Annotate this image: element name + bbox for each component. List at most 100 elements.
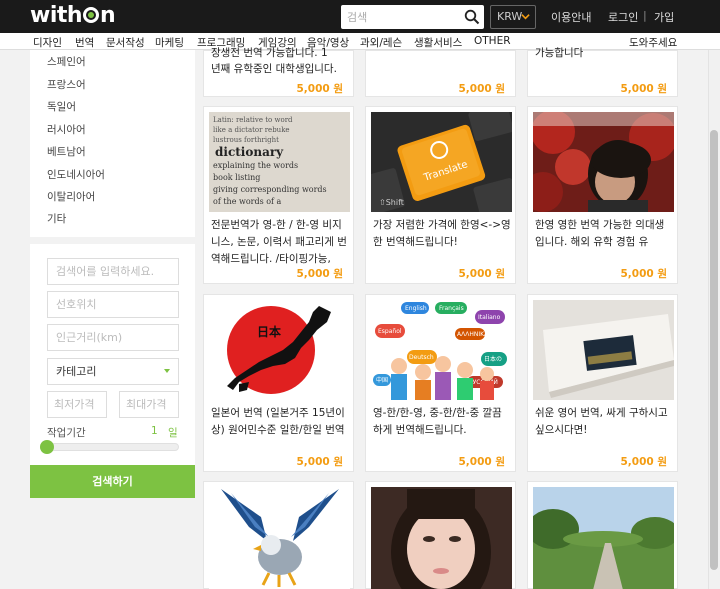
chevron-down-icon bbox=[521, 14, 530, 20]
period-slider-track[interactable] bbox=[47, 443, 179, 451]
filter-panel: 카테고리 작업기간 1 일 bbox=[30, 244, 195, 497]
category-life-services[interactable]: 생활서비스 bbox=[414, 35, 462, 50]
card-title-line2: 년째 유학중인 대학생입니다. bbox=[211, 63, 337, 75]
language-item[interactable]: 프랑스어 bbox=[47, 77, 86, 92]
search-button[interactable]: 검색하기 bbox=[30, 465, 195, 498]
svg-text:中国: 中国 bbox=[376, 376, 388, 384]
service-card[interactable]: 5,000 원 bbox=[365, 50, 516, 97]
translate-key-image: Translate ⇧Shift bbox=[371, 112, 512, 212]
withmon-logo[interactable]: with n bbox=[30, 2, 116, 30]
top-bar: withn KRW 이용안내 로그인 | 가입 bbox=[0, 0, 720, 33]
language-item[interactable]: 베트남어 bbox=[47, 144, 86, 159]
card-price: 5,000 원 bbox=[620, 456, 667, 468]
card-price: 5,000 원 bbox=[620, 268, 667, 280]
card-title: 영-한/한-영, 중-한/한-중 깔끔하게 번역해드립니다. bbox=[373, 407, 502, 436]
distance-input[interactable] bbox=[47, 324, 179, 351]
card-price: 5,000 원 bbox=[296, 83, 343, 95]
search-box bbox=[341, 5, 484, 29]
language-item[interactable]: 이탈리아어 bbox=[47, 189, 95, 204]
currency-select[interactable]: KRW bbox=[490, 5, 536, 29]
category-marketing[interactable]: 마케팅 bbox=[155, 35, 184, 50]
japan-map-image: 日本 bbox=[209, 300, 350, 400]
service-card[interactable] bbox=[365, 481, 516, 589]
svg-text:lustrous forthright: lustrous forthright bbox=[213, 136, 279, 144]
svg-text:⇧Shift: ⇧Shift bbox=[379, 198, 404, 207]
japan-kanji: 日本 bbox=[257, 324, 281, 339]
category-nav: 디자인 번역 문서작성 마케팅 프로그래밍 게임강의 음악/영상 과외/레슨 생… bbox=[0, 33, 720, 50]
girl-image bbox=[371, 487, 512, 589]
max-price-input[interactable] bbox=[119, 391, 179, 418]
card-title: 쉬운 영어 번역, 싸게 구하시고 싶으시다면! bbox=[535, 407, 668, 436]
portrait-image bbox=[533, 112, 674, 212]
login-link[interactable]: 로그인 bbox=[608, 9, 638, 25]
card-price: 5,000 원 bbox=[458, 456, 505, 468]
service-card[interactable] bbox=[203, 481, 354, 589]
park-image bbox=[533, 487, 674, 589]
card-title: 가장 저렴한 가격에 한영<->영한 번역해드립니다! bbox=[373, 219, 511, 248]
language-item[interactable]: 러시아어 bbox=[47, 122, 86, 137]
period-label: 작업기간 bbox=[47, 427, 86, 439]
category-documents[interactable]: 문서작성 bbox=[106, 35, 145, 50]
service-card[interactable]: 쉬운 영어 번역, 싸게 구하시고 싶으시다면! 5,000 원 bbox=[527, 294, 678, 472]
caret-down-icon bbox=[164, 369, 170, 373]
category-select[interactable]: 카테고리 bbox=[47, 358, 179, 385]
language-list: 스페인어 프랑스어 독일어 러시아어 베트남어 인도네시아어 이탈리아어 기타 bbox=[30, 50, 195, 237]
divider: | bbox=[643, 9, 647, 22]
svg-text:日本の: 日本の bbox=[484, 355, 502, 363]
location-input[interactable] bbox=[47, 291, 179, 318]
signup-link[interactable]: 가입 bbox=[654, 9, 674, 25]
speech-bubbles-image: English Français Español Italiano Deutsc… bbox=[371, 300, 512, 400]
card-price: 5,000 원 bbox=[458, 83, 505, 95]
currency-value: KRW bbox=[497, 10, 523, 23]
service-card[interactable]: English Français Español Italiano Deutsc… bbox=[365, 294, 516, 472]
service-card[interactable]: 日本 일본어 번역 (일본거주 15년이상) 원어민수준 일한/한일 번역 5,… bbox=[203, 294, 354, 472]
search-input[interactable] bbox=[341, 5, 459, 29]
book-image bbox=[533, 300, 674, 400]
dictionary-word: dictionary bbox=[215, 145, 284, 159]
svg-text:ΑΛΛΗΝΙΚΑ: ΑΛΛΗΝΙΚΑ bbox=[457, 331, 489, 338]
svg-text:Deutsch: Deutsch bbox=[409, 354, 434, 361]
period-unit: 일 bbox=[168, 427, 178, 439]
guide-link[interactable]: 이용안내 bbox=[551, 9, 591, 25]
svg-text:explaining the words: explaining the words bbox=[213, 161, 298, 170]
category-tutoring[interactable]: 과외/레슨 bbox=[360, 35, 402, 50]
service-card[interactable]: 가능합니다 5,000 원 bbox=[527, 47, 678, 97]
svg-text:giving corresponding words: giving corresponding words bbox=[213, 185, 327, 194]
card-price: 5,000 원 bbox=[296, 268, 343, 280]
card-title: 장생전 번역 가능합니다. 1 bbox=[211, 47, 328, 59]
service-card[interactable]: 장생전 번역 가능합니다. 1 년째 유학중인 대학생입니다. 5,000 원 bbox=[203, 47, 354, 97]
card-title: 전문번역가 영-한 / 한-영 비지니스, 논문, 이력서 패고리게 번역해드립… bbox=[211, 219, 347, 265]
language-item[interactable]: 독일어 bbox=[47, 99, 76, 114]
scrollbar-thumb[interactable] bbox=[710, 130, 718, 570]
card-title: 가능합니다 bbox=[535, 47, 584, 59]
card-title: 한영 영한 번역 가능한 의대생입니다. 해외 유학 경험 유 bbox=[535, 219, 665, 248]
service-card[interactable] bbox=[527, 481, 678, 589]
svg-text:Français: Français bbox=[439, 305, 464, 312]
card-price: 5,000 원 bbox=[620, 83, 667, 95]
svg-text:English: English bbox=[405, 305, 427, 312]
category-translation[interactable]: 번역 bbox=[75, 35, 94, 50]
help-link[interactable]: 도와주세요 bbox=[629, 35, 677, 50]
svg-text:Italiano: Italiano bbox=[478, 314, 501, 321]
card-title: 일본어 번역 (일본거주 15년이상) 원어민수준 일한/한일 번역 bbox=[211, 407, 345, 436]
svg-text:Español: Español bbox=[378, 328, 402, 335]
service-card[interactable]: Translate ⇧Shift 가장 저렴한 가격에 한영<->영한 번역해드… bbox=[365, 106, 516, 284]
search-icon[interactable] bbox=[464, 9, 480, 25]
svg-text:like a dictator rebuke: like a dictator rebuke bbox=[213, 126, 290, 134]
svg-text:book listing: book listing bbox=[213, 173, 260, 182]
period-value: 1 bbox=[151, 425, 158, 437]
language-item[interactable]: 스페인어 bbox=[47, 54, 86, 69]
language-item[interactable]: 인도네시아어 bbox=[47, 167, 105, 182]
period-slider-handle[interactable] bbox=[40, 440, 54, 454]
keyword-input[interactable] bbox=[47, 258, 179, 285]
dictionary-image: Latin: relative to word like a dictator … bbox=[209, 112, 350, 212]
service-card[interactable]: Latin: relative to word like a dictator … bbox=[203, 106, 354, 284]
category-other[interactable]: OTHER bbox=[474, 35, 511, 47]
card-price: 5,000 원 bbox=[296, 456, 343, 468]
language-item[interactable]: 기타 bbox=[47, 211, 66, 226]
min-price-input[interactable] bbox=[47, 391, 107, 418]
service-card[interactable]: 한영 영한 번역 가능한 의대생입니다. 해외 유학 경험 유 5,000 원 bbox=[527, 106, 678, 284]
category-design[interactable]: 디자인 bbox=[33, 35, 62, 50]
card-price: 5,000 원 bbox=[458, 268, 505, 280]
svg-text:Latin: relative to word: Latin: relative to word bbox=[213, 116, 293, 124]
